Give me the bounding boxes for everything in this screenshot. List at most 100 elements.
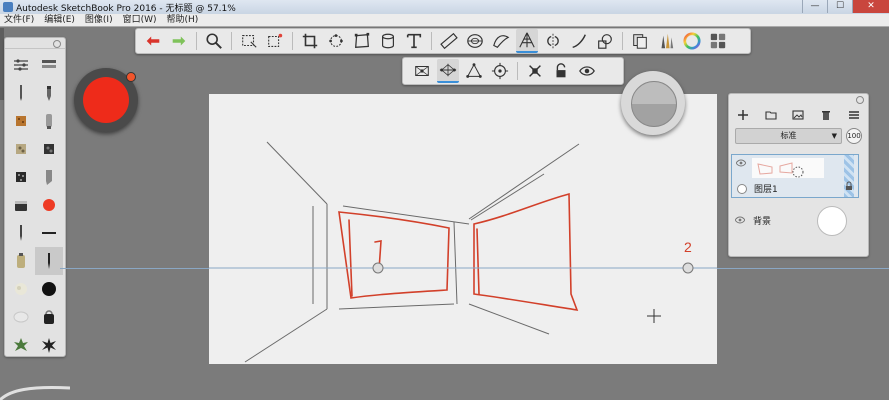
chisel-brush-icon[interactable]: [35, 163, 63, 191]
smudge-brush-icon[interactable]: [7, 303, 35, 331]
blend-mode-value: 标准: [780, 131, 797, 140]
pattern-brush-icon[interactable]: [7, 135, 35, 163]
chevron-down-icon: ▼: [831, 132, 837, 140]
layer-name: 图层1: [754, 185, 778, 195]
foliage-brush-icon[interactable]: [7, 331, 35, 359]
copic-icon[interactable]: [707, 30, 729, 52]
add-group-icon[interactable]: [764, 108, 778, 122]
undo-icon[interactable]: [142, 30, 164, 52]
blend-mode-select[interactable]: 标准 ▼: [735, 128, 842, 144]
nib-pen-brush-icon[interactable]: [35, 247, 63, 275]
window-title: Autodesk SketchBook Pro 2016 - 无标题 @ 57.…: [16, 4, 236, 14]
symmetry-icon[interactable]: [542, 30, 564, 52]
eye-icon[interactable]: [735, 216, 745, 224]
lagoon-puck[interactable]: [621, 71, 685, 135]
lasso-crop-icon[interactable]: [264, 30, 286, 52]
distort-icon[interactable]: [351, 30, 373, 52]
color-puck-handle[interactable]: [126, 72, 136, 82]
panel-close-icon[interactable]: [856, 96, 864, 104]
fine-pen-brush-icon[interactable]: [7, 219, 35, 247]
menu-file[interactable]: 文件(F): [4, 14, 34, 26]
color-puck[interactable]: [74, 68, 138, 132]
perspective-icon[interactable]: [516, 29, 538, 53]
sketch-label-2: 2: [684, 239, 692, 255]
current-color-swatch[interactable]: [83, 77, 129, 123]
panel-close-icon[interactable]: [53, 40, 61, 48]
maximize-button[interactable]: ☐: [827, 0, 852, 13]
redo-icon[interactable]: [168, 30, 190, 52]
menu-bar: 文件(F) 编辑(E) 图像(I) 窗口(W) 帮助(H): [0, 14, 889, 27]
perspective-move-icon[interactable]: [489, 60, 511, 82]
eye-icon[interactable]: [736, 159, 746, 167]
toolbar-separator: [622, 32, 623, 50]
brush-set-icon[interactable]: [35, 51, 63, 79]
dark-texture-brush-icon[interactable]: [35, 135, 63, 163]
shape-icon[interactable]: [594, 30, 616, 52]
menu-help[interactable]: 帮助(H): [167, 14, 199, 26]
round-color-brush-icon[interactable]: [35, 191, 63, 219]
lagoon-puck-center[interactable]: [631, 81, 677, 127]
clear-layer-icon[interactable]: [819, 108, 833, 122]
snap-icon[interactable]: [524, 60, 546, 82]
ellipse-guide-icon[interactable]: [464, 30, 486, 52]
perspective-1pt-icon[interactable]: [411, 60, 433, 82]
perspective-toolbar: [402, 57, 624, 85]
crop-icon[interactable]: [299, 30, 321, 52]
minimize-button[interactable]: —: [802, 0, 827, 13]
zoom-icon[interactable]: [203, 30, 225, 52]
soft-blob-brush-icon[interactable]: [7, 275, 35, 303]
copy-paste-icon[interactable]: [629, 30, 651, 52]
close-button[interactable]: ✕: [852, 0, 889, 13]
layer-opacity[interactable]: 100: [846, 128, 862, 144]
brush-palette: [4, 37, 66, 357]
menu-window[interactable]: 窗口(W): [123, 14, 157, 26]
visibility-icon[interactable]: [576, 60, 598, 82]
perspective-3pt-icon[interactable]: [463, 60, 485, 82]
ink-pen-brush-icon[interactable]: [35, 79, 63, 107]
toolbar-separator: [196, 32, 197, 50]
fill-bucket-brush-icon[interactable]: [35, 303, 63, 331]
background-color-thumbnail[interactable]: [817, 206, 847, 236]
perspective-2pt-icon[interactable]: [437, 59, 459, 83]
marker-brush-icon[interactable]: [35, 107, 63, 135]
menu-edit[interactable]: 编辑(E): [44, 14, 75, 26]
layer-name: 背景: [753, 217, 772, 227]
layer-select-radio[interactable]: [737, 184, 747, 194]
texture-brush-icon[interactable]: [7, 107, 35, 135]
transform-icon[interactable]: [325, 30, 347, 52]
add-image-icon[interactable]: [791, 108, 805, 122]
cylinder-icon[interactable]: [377, 30, 399, 52]
crosshair-cursor: [647, 309, 661, 323]
lock-icon[interactable]: [550, 60, 572, 82]
text-icon[interactable]: [403, 30, 425, 52]
brush-adjust-icon[interactable]: [7, 51, 35, 79]
drawing-canvas[interactable]: 2: [209, 94, 717, 364]
toolbar-separator: [292, 32, 293, 50]
french-curve-icon[interactable]: [490, 30, 512, 52]
flat-line-brush-icon[interactable]: [35, 219, 63, 247]
add-layer-icon[interactable]: [736, 108, 750, 122]
toolbar-separator: [517, 62, 518, 80]
ruler-icon[interactable]: [438, 30, 460, 52]
select-icon[interactable]: [238, 30, 260, 52]
horizon-guide: [60, 268, 889, 269]
brush-palette-header: [5, 38, 65, 49]
pencil-brush-icon[interactable]: [7, 79, 35, 107]
color-wheel-icon[interactable]: [681, 30, 703, 52]
layer-lock-icon[interactable]: [844, 181, 854, 191]
airbrush-icon[interactable]: [7, 191, 35, 219]
layer-thumbnail: [752, 158, 824, 178]
brush-library-icon[interactable]: [655, 30, 677, 52]
solid-round-brush-icon[interactable]: [35, 275, 63, 303]
splatter-brush-icon[interactable]: [35, 331, 63, 359]
stroke-icon[interactable]: [568, 30, 590, 52]
layer-item-1[interactable]: 图层1: [731, 154, 859, 198]
menu-image[interactable]: 图像(I): [85, 14, 113, 26]
main-toolbar: [135, 28, 751, 54]
title-bar: Autodesk SketchBook Pro 2016 - 无标题 @ 57.…: [0, 0, 889, 15]
layer-item-background[interactable]: 背景: [731, 200, 857, 242]
layer-menu-icon[interactable]: [847, 108, 861, 122]
bottle-brush-icon[interactable]: [7, 247, 35, 275]
stipple-brush-icon[interactable]: [7, 163, 35, 191]
toolbar-separator: [231, 32, 232, 50]
